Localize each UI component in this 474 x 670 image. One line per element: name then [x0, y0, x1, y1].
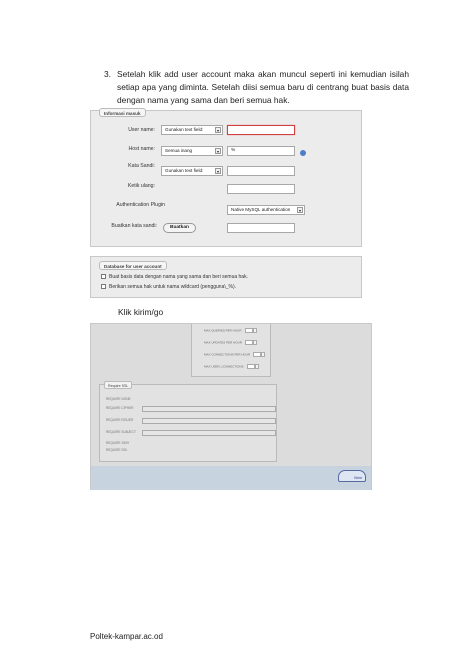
hostname-type-value: Semua inang: [165, 148, 193, 153]
hostname-input[interactable]: %: [227, 146, 295, 156]
limit-row: MAX QUERIES PER HOUR: [204, 328, 257, 333]
limit-label: MAX USER_CONNECTIONS: [204, 364, 244, 369]
form-footer-bar: [91, 466, 371, 490]
grant-wildcard-option[interactable]: Berikan semua hak untuk nama wildcard (p…: [101, 284, 236, 291]
auth-plugin-select[interactable]: Native MySQL authentication ▾: [227, 205, 305, 215]
limit-row: MAX UPDATES PER HOUR: [204, 340, 257, 345]
generate-password-label: Buatkan kata sandi:: [111, 223, 157, 229]
chevron-down-icon: ▾: [215, 148, 221, 154]
create-db-same-name-label: Buat basis data dengan nama yang sama da…: [109, 274, 248, 280]
hostname-type-select[interactable]: Semua inang ▾: [161, 146, 223, 156]
resource-limits-panel: MAX QUERIES PER HOUR MAX UPDATES PER HOU…: [191, 324, 271, 377]
click-go-instruction: Klik kirim/go: [118, 307, 164, 317]
db-for-user-panel: Database for user account Buat basis dat…: [90, 256, 362, 298]
username-label: User name:: [128, 127, 155, 133]
limit-label: MAX UPDATES PER HOUR: [204, 340, 242, 345]
generate-password-button[interactable]: Buatkan: [163, 223, 196, 233]
ssl-option[interactable]: REQUIRE ISSUER: [106, 418, 133, 422]
ssl-panel: Require SSL REQUIRE NONE REQUIRE CIPHER …: [99, 381, 277, 462]
username-type-select[interactable]: Gunakan text field: ▾: [161, 125, 223, 135]
ssl-cipher-input[interactable]: [142, 406, 276, 412]
username-input[interactable]: [227, 125, 295, 135]
retype-password-input[interactable]: [227, 184, 295, 194]
chevron-down-icon: ▾: [215, 127, 221, 133]
hostname-label: Host name:: [128, 146, 155, 152]
ssl-option[interactable]: REQUIRE SSL: [106, 448, 127, 452]
password-type-select[interactable]: Gunakan text field: ▾: [161, 166, 223, 176]
login-info-panel: Informasi masuk User name: Gunakan text …: [90, 108, 362, 247]
step-text: Setelah klik add user account maka akan …: [117, 69, 409, 105]
limit-input[interactable]: [246, 364, 255, 369]
limit-row: MAX CONNECTIONS PER HOUR: [204, 352, 266, 357]
login-info-legend: Informasi masuk: [99, 108, 146, 117]
spinner-icon[interactable]: [254, 364, 259, 369]
auth-plugin-label: Authentication Plugin: [116, 202, 165, 208]
retype-label: Ketik ulang:: [127, 183, 155, 189]
generated-password-input[interactable]: [227, 223, 295, 233]
help-icon[interactable]: [300, 150, 306, 156]
password-input[interactable]: [227, 166, 295, 176]
ssl-subject-input[interactable]: [142, 430, 276, 436]
db-for-user-legend: Database for user account: [99, 261, 167, 270]
create-db-same-name-option[interactable]: Buat basis data dengan nama yang sama da…: [101, 274, 248, 281]
checkbox[interactable]: [101, 274, 106, 280]
limit-input[interactable]: [244, 340, 253, 345]
step-number: 3.: [104, 69, 111, 79]
auth-plugin-value: Native MySQL authentication: [231, 207, 291, 212]
spinner-icon[interactable]: [252, 328, 257, 333]
password-label: Kata Sandi:: [128, 163, 155, 169]
ssl-option[interactable]: REQUIRE CIPHER: [106, 406, 133, 410]
ssl-option[interactable]: REQUIRE X509: [106, 441, 129, 445]
limit-label: MAX CONNECTIONS PER HOUR: [204, 352, 251, 357]
spinner-icon[interactable]: [252, 340, 257, 345]
limit-label: MAX QUERIES PER HOUR: [204, 328, 242, 333]
ssl-legend: Require SSL: [104, 381, 133, 389]
chevron-down-icon: ▾: [297, 207, 303, 213]
username-type-value: Gunakan text field:: [165, 127, 204, 132]
grant-wildcard-label: Berikan semua hak untuk nama wildcard (p…: [109, 284, 237, 290]
limit-input[interactable]: [244, 328, 253, 333]
password-type-value: Gunakan text field:: [165, 168, 204, 173]
ssl-option[interactable]: REQUIRE SUBJECT: [106, 430, 136, 434]
ssl-option[interactable]: REQUIRE NONE: [106, 397, 131, 401]
page-footer: Poltek-kampar.ac.od: [90, 632, 163, 641]
limit-row: MAX USER_CONNECTIONS: [204, 364, 259, 369]
submit-screenshot-panel: MAX QUERIES PER HOUR MAX UPDATES PER HOU…: [90, 323, 372, 490]
limit-input[interactable]: [253, 352, 262, 357]
chevron-down-icon: ▾: [215, 168, 221, 174]
go-button[interactable]: Kirim: [338, 470, 366, 482]
spinner-icon[interactable]: [261, 352, 266, 357]
ssl-issuer-input[interactable]: [142, 418, 276, 424]
checkbox[interactable]: [101, 284, 106, 290]
